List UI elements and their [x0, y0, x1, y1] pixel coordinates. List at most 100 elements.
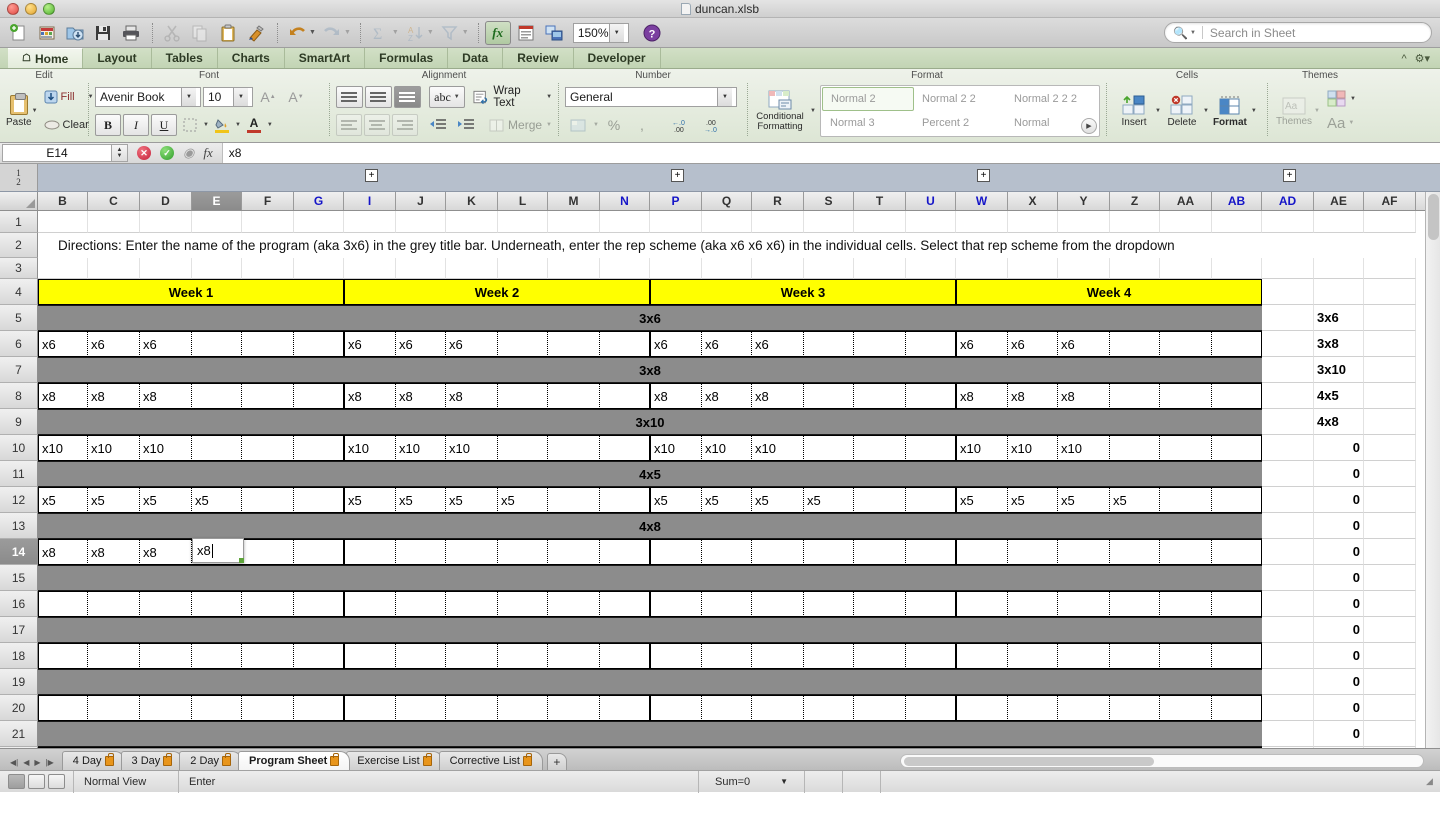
- cell-P8[interactable]: x8: [650, 383, 702, 409]
- align-left-button[interactable]: [336, 114, 362, 136]
- align-bottom-button[interactable]: [393, 86, 421, 108]
- column-header-q[interactable]: Q: [702, 192, 752, 210]
- cell-AD9[interactable]: [1262, 409, 1314, 435]
- paste-button[interactable]: Paste: [6, 83, 32, 139]
- cell-X20[interactable]: [1008, 695, 1058, 721]
- cell-E16[interactable]: [192, 591, 242, 617]
- delete-cells-button[interactable]: Delete: [1161, 95, 1203, 128]
- cell-L1[interactable]: [498, 211, 548, 233]
- page-break-view-button[interactable]: [48, 774, 65, 789]
- cell-AD12[interactable]: [1262, 487, 1314, 513]
- cell-T10[interactable]: [854, 435, 906, 461]
- sheet-tab-program-sheet[interactable]: Program Sheet: [238, 751, 351, 770]
- cell-R12[interactable]: x5: [752, 487, 804, 513]
- sheet-tab-corrective-list[interactable]: Corrective List: [438, 751, 543, 770]
- cell-AD5[interactable]: [1262, 305, 1314, 331]
- sheet-tab-4-day[interactable]: 4 Day: [61, 751, 125, 770]
- fill-color-button[interactable]: [211, 114, 233, 136]
- themes-dropdown-icon[interactable]: ▼: [1314, 108, 1320, 114]
- outline-level-buttons[interactable]: 1 2: [0, 164, 38, 191]
- tab-tables[interactable]: Tables: [152, 48, 218, 68]
- cell-P1[interactable]: [650, 211, 702, 233]
- cell-AE4[interactable]: [1314, 279, 1364, 305]
- row-header-8[interactable]: 8: [0, 383, 38, 409]
- fill-color-dropdown-icon[interactable]: ▼: [235, 122, 241, 128]
- format-cells-button[interactable]: Format: [1209, 95, 1251, 128]
- view-buttons[interactable]: [0, 774, 73, 789]
- sort-dropdown-icon[interactable]: ▼: [427, 29, 434, 36]
- cell-T12[interactable]: [854, 487, 906, 513]
- cell-N12[interactable]: [600, 487, 650, 513]
- cell-B6[interactable]: x6: [38, 331, 88, 357]
- cell-R3[interactable]: [752, 258, 804, 279]
- search-options-chevron-icon[interactable]: ▼: [1190, 30, 1196, 36]
- cell-X18[interactable]: [1008, 643, 1058, 669]
- cell-Q18[interactable]: [702, 643, 752, 669]
- cell-D12[interactable]: x5: [140, 487, 192, 513]
- cell-T6[interactable]: [854, 331, 906, 357]
- theme-colors-dropdown-icon[interactable]: ▼: [1350, 96, 1356, 102]
- cell-J18[interactable]: [396, 643, 446, 669]
- cell-AD20[interactable]: [1262, 695, 1314, 721]
- cell-AD6[interactable]: [1262, 331, 1314, 357]
- tab-charts[interactable]: Charts: [218, 48, 285, 68]
- column-header-r[interactable]: R: [752, 192, 804, 210]
- increase-decimal-button[interactable]: ←.0.00: [667, 114, 697, 136]
- cell-C3[interactable]: [88, 258, 140, 279]
- cell-L14[interactable]: [498, 539, 548, 565]
- cell-AA16[interactable]: [1160, 591, 1212, 617]
- font-color-button[interactable]: A: [243, 114, 265, 136]
- cell-C10[interactable]: x10: [88, 435, 140, 461]
- cell-M6[interactable]: [548, 331, 600, 357]
- cell-AD8[interactable]: [1262, 383, 1314, 409]
- column-header-x[interactable]: X: [1008, 192, 1058, 210]
- cell-P16[interactable]: [650, 591, 702, 617]
- ribbon-settings-gear-icon[interactable]: ⚙▾: [1415, 52, 1430, 65]
- cell-I1[interactable]: [344, 211, 396, 233]
- cell-U18[interactable]: [906, 643, 956, 669]
- cell-G6[interactable]: [294, 331, 344, 357]
- cell-Y14[interactable]: [1058, 539, 1110, 565]
- cell-G3[interactable]: [294, 258, 344, 279]
- cell-R6[interactable]: x6: [752, 331, 804, 357]
- media-browser-icon[interactable]: [541, 21, 567, 45]
- theme-fonts-button[interactable]: Aa ▼: [1324, 111, 1359, 135]
- row-header-18[interactable]: 18: [0, 643, 38, 669]
- cell-U8[interactable]: [906, 383, 956, 409]
- cell-M8[interactable]: [548, 383, 600, 409]
- row-header-2[interactable]: 2: [0, 233, 38, 258]
- tab-review[interactable]: Review: [503, 48, 574, 68]
- row-header-14[interactable]: 14: [0, 539, 38, 565]
- last-sheet-icon[interactable]: |▶: [46, 758, 54, 767]
- lookup-cell-AE21[interactable]: 0: [1314, 721, 1364, 747]
- cell-N20[interactable]: [600, 695, 650, 721]
- cell-U20[interactable]: [906, 695, 956, 721]
- cell-M14[interactable]: [548, 539, 600, 565]
- cell-L16[interactable]: [498, 591, 548, 617]
- align-top-button[interactable]: [336, 86, 363, 108]
- zoom-dropdown-icon[interactable]: ▼: [608, 23, 624, 42]
- cell-X14[interactable]: [1008, 539, 1058, 565]
- search-input[interactable]: Search in Sheet: [1210, 26, 1295, 40]
- cell-P18[interactable]: [650, 643, 702, 669]
- cell-W3[interactable]: [956, 258, 1008, 279]
- cell-L10[interactable]: [498, 435, 548, 461]
- cell-E10[interactable]: [192, 435, 242, 461]
- cell-Z10[interactable]: [1110, 435, 1160, 461]
- cell-W14[interactable]: [956, 539, 1008, 565]
- cell-G14[interactable]: [294, 539, 344, 565]
- style-normal-2[interactable]: Normal 2: [822, 87, 914, 111]
- undo-dropdown-icon[interactable]: ▼: [309, 29, 316, 36]
- lookup-cell-AE10[interactable]: 0: [1314, 435, 1364, 461]
- cell-T3[interactable]: [854, 258, 906, 279]
- cell-Q20[interactable]: [702, 695, 752, 721]
- cell-D20[interactable]: [140, 695, 192, 721]
- cell-I12[interactable]: x5: [344, 487, 396, 513]
- cell-AF17[interactable]: [1364, 617, 1416, 643]
- cell-Q16[interactable]: [702, 591, 752, 617]
- lookup-cell-AE13[interactable]: 0: [1314, 513, 1364, 539]
- formula-input[interactable]: x8: [221, 143, 1440, 163]
- cell-D6[interactable]: x6: [140, 331, 192, 357]
- cell-AD16[interactable]: [1262, 591, 1314, 617]
- cell-E6[interactable]: [192, 331, 242, 357]
